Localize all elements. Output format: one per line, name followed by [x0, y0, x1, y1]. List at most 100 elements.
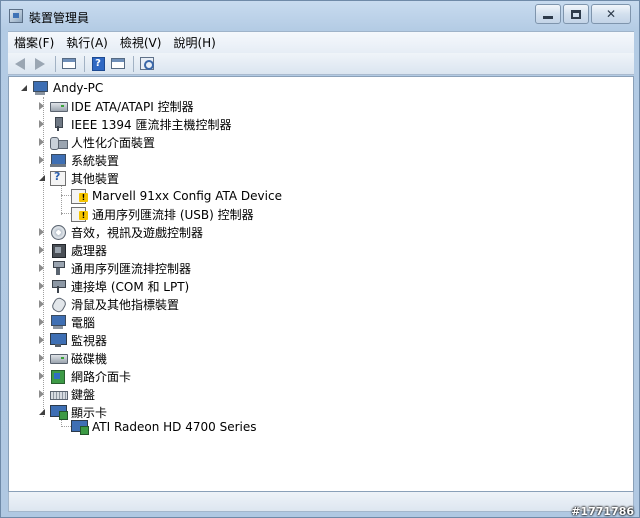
scan-hardware-icon	[140, 57, 154, 70]
menu-help[interactable]: 說明(H)	[167, 34, 221, 51]
tree-item-label: 其他裝置	[71, 171, 120, 186]
expand-icon[interactable]	[37, 156, 46, 165]
monitor-icon	[50, 333, 67, 347]
status-bar	[8, 492, 634, 512]
help-button[interactable]: ?	[89, 55, 107, 73]
tree-item-ieee1394[interactable]: IEEE 1394 匯流排主機控制器	[37, 115, 231, 133]
collapse-icon[interactable]	[37, 174, 46, 183]
tree-item-keyboards[interactable]: 鍵盤	[37, 385, 95, 403]
toolbar-separator	[84, 55, 85, 72]
mouse-icon	[50, 297, 66, 311]
port-icon	[50, 279, 66, 293]
caption-buttons: ✕	[533, 4, 631, 26]
expand-icon[interactable]	[37, 102, 46, 111]
tree-item-label: 連接埠 (COM 和 LPT)	[71, 279, 190, 294]
expand-icon[interactable]	[37, 318, 46, 327]
expand-icon[interactable]	[37, 246, 46, 255]
tree-item-usb[interactable]: 通用序列匯流排控制器	[37, 259, 191, 277]
minimize-button[interactable]	[535, 4, 561, 24]
plug-icon	[50, 117, 66, 131]
tree-item-label: IEEE 1394 匯流排主機控制器	[71, 117, 232, 132]
tree-item-label: 處理器	[71, 243, 108, 258]
usb-icon	[50, 261, 66, 275]
close-button[interactable]: ✕	[591, 4, 631, 24]
expand-icon[interactable]	[37, 390, 46, 399]
expand-icon[interactable]	[37, 282, 46, 291]
tree-item-monitors[interactable]: 監視器	[37, 331, 107, 349]
tree-item-processors[interactable]: 處理器	[37, 241, 107, 259]
display-adapter-icon	[71, 420, 89, 435]
scan-hardware-button[interactable]	[138, 55, 156, 73]
menu-file[interactable]: 檔案(F)	[8, 34, 60, 51]
expand-icon[interactable]	[37, 336, 46, 345]
tree-item-label: 監視器	[71, 333, 108, 348]
help-icon: ?	[91, 56, 105, 71]
collapse-icon[interactable]	[37, 408, 46, 417]
expand-icon[interactable]	[37, 354, 46, 363]
tree-item-label: 電腦	[71, 315, 96, 330]
menu-action[interactable]: 執行(A)	[60, 34, 114, 51]
minimize-icon	[536, 5, 560, 23]
tree-item-label: ATI Radeon HD 4700 Series	[92, 420, 257, 434]
disk-icon	[50, 99, 68, 113]
tree-item-label: IDE ATA/ATAPI 控制器	[71, 99, 194, 114]
expand-icon[interactable]	[37, 120, 46, 129]
tree-root-label: Andy-PC	[53, 81, 104, 95]
maximize-button[interactable]	[563, 4, 589, 24]
device-manager-icon	[9, 9, 23, 23]
cpu-icon	[50, 243, 66, 258]
tree-item-ide[interactable]: IDE ATA/ATAPI 控制器	[37, 97, 194, 115]
display-adapter-icon	[50, 405, 68, 420]
hid-icon	[50, 135, 68, 150]
tree-item-system[interactable]: 系統裝置	[37, 151, 119, 169]
tree-item-ati-radeon[interactable]: ATI Radeon HD 4700 Series	[71, 418, 256, 436]
back-arrow-icon	[15, 57, 25, 70]
tree-item-marvell[interactable]: Marvell 91xx Config ATA Device	[71, 187, 282, 205]
tree-item-sound[interactable]: 音效，視訊及遊戲控制器	[37, 223, 203, 241]
expand-icon[interactable]	[37, 300, 46, 309]
device-tree-pane[interactable]: Andy-PC IDE ATA/ATAPI 控制器 IEEE 1394 匯流排主…	[8, 76, 634, 492]
keyboard-icon	[50, 387, 68, 401]
tree-item-label: 網路介面卡	[71, 369, 132, 384]
tree-item-usb-controller[interactable]: 通用序列匯流排 (USB) 控制器	[71, 205, 254, 223]
tree-root[interactable]: Andy-PC	[19, 79, 103, 97]
device-manager-window: 裝置管理員 ✕ 檔案(F) 執行(A) 檢視(V) 說明(H) ? Andy-P…	[0, 0, 640, 518]
console-tree-icon	[62, 58, 76, 69]
expand-icon[interactable]	[37, 228, 46, 237]
properties-icon	[111, 58, 125, 69]
warning-device-icon	[71, 189, 88, 204]
close-icon: ✕	[605, 7, 617, 21]
tree-item-label: 滑鼠及其他指標裝置	[71, 297, 180, 312]
menu-view[interactable]: 檢視(V)	[114, 34, 168, 51]
forward-button[interactable]	[31, 55, 49, 73]
menu-bar: 檔案(F) 執行(A) 檢視(V) 說明(H)	[8, 31, 634, 53]
show-hide-console-tree-button[interactable]	[60, 55, 78, 73]
tree-item-label: 人性化介面裝置	[71, 135, 156, 150]
tree-item-mice[interactable]: 滑鼠及其他指標裝置	[37, 295, 179, 313]
tree-item-label: 音效，視訊及遊戲控制器	[71, 225, 204, 240]
maximize-icon	[564, 5, 588, 23]
tree-item-disk-drives[interactable]: 磁碟機	[37, 349, 107, 367]
expand-icon[interactable]	[37, 264, 46, 273]
tree-item-other-devices[interactable]: 其他裝置	[37, 169, 119, 187]
collapse-icon[interactable]	[19, 84, 28, 93]
other-devices-icon	[50, 170, 66, 186]
tree-item-network[interactable]: 網路介面卡	[37, 367, 131, 385]
window-title: 裝置管理員	[29, 11, 90, 25]
expand-icon[interactable]	[37, 138, 46, 147]
forward-arrow-icon	[35, 57, 45, 70]
title-bar[interactable]: 裝置管理員 ✕	[1, 1, 639, 31]
tree-item-label: 系統裝置	[71, 153, 120, 168]
network-adapter-icon	[50, 369, 66, 384]
tree-item-label: 磁碟機	[71, 351, 108, 366]
tree-item-computer[interactable]: 電腦	[37, 313, 95, 331]
expand-icon[interactable]	[37, 372, 46, 381]
tree-item-label: 通用序列匯流排控制器	[71, 261, 192, 276]
tree-item-hid[interactable]: 人性化介面裝置	[37, 133, 155, 151]
properties-button[interactable]	[109, 55, 127, 73]
speaker-icon	[50, 225, 66, 240]
back-button[interactable]	[11, 55, 29, 73]
toolbar-separator	[55, 55, 56, 72]
tree-item-ports[interactable]: 連接埠 (COM 和 LPT)	[37, 277, 189, 295]
system-icon	[50, 153, 66, 167]
